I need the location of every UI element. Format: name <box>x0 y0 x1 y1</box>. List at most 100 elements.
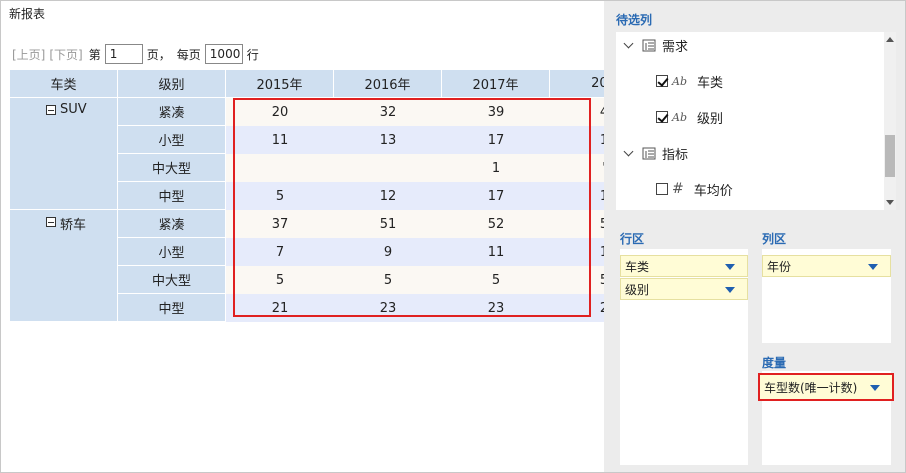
field-label: 级别 <box>697 111 724 127</box>
field-item-level[interactable]: Ab 级别 <box>656 106 723 128</box>
data-cell: 17 <box>442 182 550 210</box>
category-cell: 轿车 <box>10 210 118 322</box>
report-title: 新报表 <box>9 7 46 21</box>
data-cell: 11 <box>226 126 334 154</box>
prev-page-link[interactable]: [上页] <box>12 46 45 63</box>
data-cell: 23 <box>334 294 442 322</box>
field-item-avg-price[interactable]: # 车均价 <box>656 178 733 200</box>
data-cell: 21 <box>226 294 334 322</box>
level-cell: 小型 <box>118 238 226 266</box>
data-cell: 1 <box>550 238 604 266</box>
level-cell: 紧凑 <box>118 210 226 238</box>
row-field-chip[interactable]: 级别 <box>620 278 748 300</box>
data-cell: 13 <box>334 126 442 154</box>
per-page-suffix: 行 <box>246 47 259 62</box>
field-checkbox[interactable] <box>656 111 668 123</box>
level-cell: 紧凑 <box>118 98 226 126</box>
next-page-link[interactable]: [下页] <box>49 46 82 63</box>
field-item-category[interactable]: Ab 车类 <box>656 70 723 92</box>
scroll-up-icon[interactable] <box>886 37 894 42</box>
row-zone[interactable]: 车类 级别 <box>620 249 748 465</box>
chevron-down-icon[interactable] <box>624 40 634 50</box>
rows-per-page-input[interactable]: 1000 <box>204 44 243 64</box>
collapse-icon[interactable] <box>46 217 56 227</box>
data-cell: ' <box>550 154 604 182</box>
category-label: SUV <box>60 102 87 117</box>
dropdown-arrow-icon[interactable] <box>725 264 735 270</box>
field-list: 需求 Ab 车类 Ab 级别 指标 # 车均价 <box>616 32 896 210</box>
chevron-down-icon[interactable] <box>624 148 634 158</box>
field-group-label: 指标 <box>662 147 689 163</box>
pager: [上页] [下页] 第 1 页， 每页 1000 行 <box>12 44 263 64</box>
data-cell: 5 <box>442 266 550 294</box>
measure-field-chip[interactable]: 车型数(唯一计数) <box>758 373 894 401</box>
collapse-icon[interactable] <box>46 105 56 115</box>
dimension-folder-icon <box>642 39 656 52</box>
data-cell: 5 <box>550 266 604 294</box>
column-header-year[interactable]: 2015年 <box>226 70 334 98</box>
level-cell: 中大型 <box>118 266 226 294</box>
row-header-level[interactable]: 级别 <box>118 70 226 98</box>
text-type-icon: Ab <box>672 74 687 88</box>
report-canvas: 新报表 [上页] [下页] 第 1 页， 每页 1000 行 车类 级别 201… <box>0 0 604 473</box>
field-group-metrics[interactable]: 指标 <box>624 142 688 164</box>
text-type-icon: Ab <box>672 110 687 124</box>
field-group-demand[interactable]: 需求 <box>624 34 688 56</box>
data-cell: 32 <box>334 98 442 126</box>
dimension-folder-icon <box>642 147 656 160</box>
measure-zone-title: 度量 <box>762 356 787 370</box>
data-cell: 20 <box>226 98 334 126</box>
row-zone-title: 行区 <box>620 232 645 246</box>
data-cell: 1 <box>442 154 550 182</box>
data-cell: 4 <box>550 98 604 126</box>
row-header-category[interactable]: 车类 <box>10 70 118 98</box>
field-checkbox[interactable] <box>656 183 668 195</box>
column-field-chip[interactable]: 年份 <box>762 255 891 277</box>
data-cell: 7 <box>226 238 334 266</box>
column-header-year[interactable]: 2016年 <box>334 70 442 98</box>
data-cell: 5 <box>226 266 334 294</box>
data-cell: 51 <box>334 210 442 238</box>
data-cell: 1 <box>550 126 604 154</box>
data-cell <box>334 154 442 182</box>
page-prefix: 第 <box>88 47 101 62</box>
column-header-year[interactable]: 201 <box>550 70 604 98</box>
row-field-chip[interactable]: 车类 <box>620 255 748 277</box>
column-header-year[interactable]: 2017年 <box>442 70 550 98</box>
level-cell: 中型 <box>118 182 226 210</box>
field-checkbox[interactable] <box>656 75 668 87</box>
data-cell: 11 <box>442 238 550 266</box>
data-cell: 17 <box>442 126 550 154</box>
pivot-table: 车类 级别 2015年 2016年 2017年 201 SUV 紧凑 20 32… <box>10 70 604 322</box>
dropdown-arrow-icon[interactable] <box>868 264 878 270</box>
data-cell: 12 <box>334 182 442 210</box>
chip-label: 车类 <box>625 259 650 274</box>
scroll-down-icon[interactable] <box>886 200 894 205</box>
field-label: 车类 <box>697 75 724 91</box>
level-cell: 中型 <box>118 294 226 322</box>
column-zone[interactable]: 年份 <box>762 249 891 343</box>
field-label: 车均价 <box>693 183 733 199</box>
data-cell: 5 <box>226 182 334 210</box>
chip-label: 年份 <box>767 259 792 274</box>
column-zone-title: 列区 <box>762 232 787 246</box>
scroll-thumb[interactable] <box>885 135 895 177</box>
data-cell: 39 <box>442 98 550 126</box>
data-cell: 9 <box>334 238 442 266</box>
chip-label: 车型数(唯一计数) <box>764 380 858 395</box>
field-list-scrollbar[interactable] <box>884 32 896 210</box>
data-cell: 5 <box>334 266 442 294</box>
category-label: 轿车 <box>60 218 87 233</box>
category-cell: SUV <box>10 98 118 210</box>
data-cell: 5 <box>550 210 604 238</box>
available-columns-title: 待选列 <box>616 13 653 27</box>
level-cell: 中大型 <box>118 154 226 182</box>
dropdown-arrow-icon[interactable] <box>725 287 735 293</box>
field-panel: 待选列 需求 Ab 车类 Ab 级别 指标 # 车均价 行区 车类 级别 列区 … <box>604 0 906 473</box>
chip-label: 级别 <box>625 282 650 297</box>
data-cell: 37 <box>226 210 334 238</box>
dropdown-arrow-icon[interactable] <box>870 385 880 391</box>
numeric-type-icon: # <box>672 181 684 197</box>
per-page-prefix: 每页 <box>176 47 201 62</box>
page-number-input[interactable]: 1 <box>104 44 143 64</box>
